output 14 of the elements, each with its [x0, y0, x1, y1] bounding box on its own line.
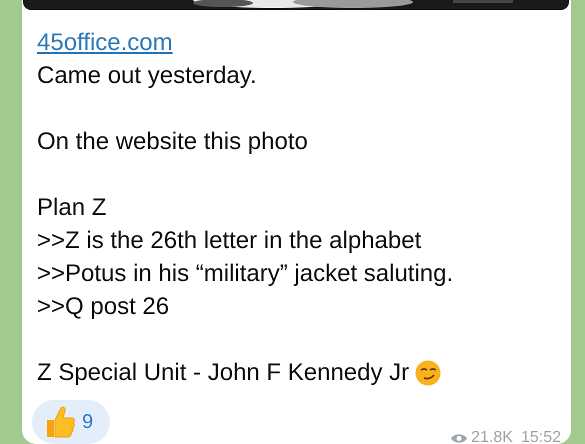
message-text: Z Special Unit - John F Kennedy Jr	[37, 358, 410, 388]
message-text: >>Potus in his “military” jacket saluting.	[37, 259, 454, 289]
view-count: 21.8K	[471, 432, 513, 444]
thumbs-up-icon	[44, 405, 76, 439]
message-text: >>Q post 26	[37, 292, 170, 322]
message-text: >>Z is the 26th letter in the alphabet	[37, 226, 422, 256]
message-text: On the website this photo	[37, 127, 308, 157]
message-text: Plan Z	[37, 193, 106, 223]
reaction-pill[interactable]: 9	[32, 400, 110, 444]
message-time: 15:52	[520, 432, 561, 444]
website-link[interactable]: 45office.com	[37, 26, 173, 59]
smirking-face-icon	[415, 360, 442, 386]
message-text: Came out yesterday.	[37, 61, 257, 91]
reaction-count: 9	[82, 410, 94, 435]
